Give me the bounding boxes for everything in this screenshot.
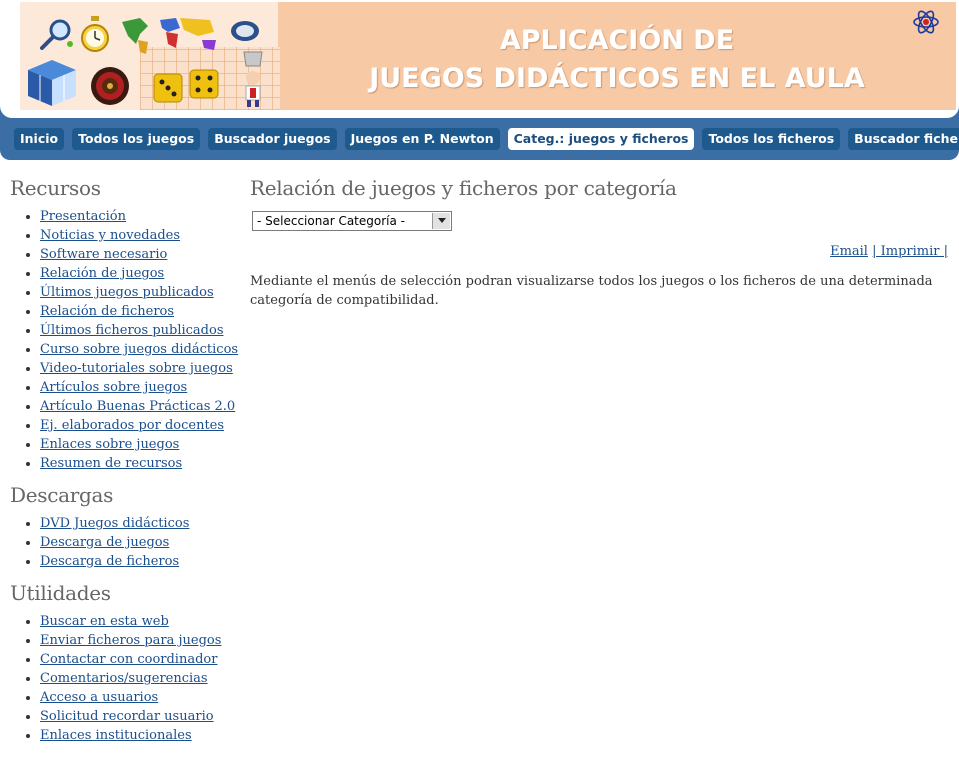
roulette-icon xyxy=(91,67,129,105)
link-enlaces-juegos[interactable]: Enlaces sobre juegos xyxy=(40,437,179,452)
list-item: Acceso a usuarios xyxy=(40,688,240,707)
list-item: Relación de juegos xyxy=(40,264,240,283)
nav-item-todos-los-ficheros[interactable]: Todos los ficheros xyxy=(702,128,841,150)
list-item: Ej. elaborados por docentes xyxy=(40,416,240,435)
list-item: Video-tutoriales sobre juegos xyxy=(40,359,240,378)
page-description: Mediante el menús de selección podran vi… xyxy=(250,274,933,308)
link-presentacion[interactable]: Presentación xyxy=(40,209,126,224)
email-link[interactable]: Email xyxy=(830,244,868,259)
magnifier-icon xyxy=(40,19,73,50)
link-buenas-practicas[interactable]: Artículo Buenas Prácticas 2.0 xyxy=(40,399,235,414)
list-item: Descarga de ficheros xyxy=(40,552,240,571)
category-select[interactable]: - Seleccionar Categoría - xyxy=(252,211,452,231)
list-item: Enlaces institucionales xyxy=(40,726,240,745)
nav-item-todos-los-juegos[interactable]: Todos los juegos xyxy=(72,128,201,150)
link-buscar[interactable]: Buscar en esta web xyxy=(40,614,169,629)
list-item: Solicitud recordar usuario xyxy=(40,707,240,726)
nav-item-categorias[interactable]: Categ.: juegos y ficheros xyxy=(507,128,695,150)
link-descarga-ficheros[interactable]: Descarga de ficheros xyxy=(40,554,179,569)
list-item: Presentación xyxy=(40,207,240,226)
recursos-heading: Recursos xyxy=(10,176,101,200)
link-contactar[interactable]: Contactar con coordinador xyxy=(40,652,217,667)
world-map-icon xyxy=(122,18,216,54)
main-content: Relación de juegos y ficheros por catego… xyxy=(250,176,950,308)
list-item: Comentarios/sugerencias xyxy=(40,669,240,688)
list-item: Curso sobre juegos didácticos xyxy=(40,340,240,359)
list-item: Relación de ficheros xyxy=(40,302,240,321)
list-item: Software necesario xyxy=(40,245,240,264)
atom-logo-icon[interactable] xyxy=(912,8,940,36)
recursos-list: Presentación Noticias y novedades Softwa… xyxy=(40,207,240,473)
chevron-down-icon[interactable] xyxy=(432,213,450,229)
link-acceso-usuarios[interactable]: Acceso a usuarios xyxy=(40,690,158,705)
link-relacion-ficheros[interactable]: Relación de ficheros xyxy=(40,304,174,319)
print-link[interactable]: | Imprimir | xyxy=(872,244,948,259)
link-dvd[interactable]: DVD Juegos didácticos xyxy=(40,516,189,531)
link-software[interactable]: Software necesario xyxy=(40,247,167,262)
link-resumen-recursos[interactable]: Resumen de recursos xyxy=(40,456,182,471)
page-title: Relación de juegos y ficheros por catego… xyxy=(250,176,677,200)
cube-puzzle-icon xyxy=(28,60,76,106)
list-item: Artículo Buenas Prácticas 2.0 xyxy=(40,397,240,416)
link-noticias[interactable]: Noticias y novedades xyxy=(40,228,180,243)
list-item: Enviar ficheros para juegos xyxy=(40,631,240,650)
link-ultimos-ficheros[interactable]: Últimos ficheros publicados xyxy=(40,323,224,338)
link-relacion-juegos[interactable]: Relación de juegos xyxy=(40,266,164,281)
link-articulos[interactable]: Artículos sobre juegos xyxy=(40,380,187,395)
link-comentarios[interactable]: Comentarios/sugerencias xyxy=(40,671,208,686)
list-item: Contactar con coordinador xyxy=(40,650,240,669)
link-ejemplos-docentes[interactable]: Ej. elaborados por docentes xyxy=(40,418,224,433)
link-recordar-usuario[interactable]: Solicitud recordar usuario xyxy=(40,709,214,724)
list-item: Noticias y novedades xyxy=(40,226,240,245)
list-item: Últimos ficheros publicados xyxy=(40,321,240,340)
descargas-list: DVD Juegos didácticos Descarga de juegos… xyxy=(40,514,240,571)
physics-logo-icon xyxy=(231,21,259,41)
banner-title-line-1: APLICACIÓN DE xyxy=(499,25,735,56)
list-item: Enlaces sobre juegos xyxy=(40,435,240,454)
list-item: Buscar en esta web xyxy=(40,612,240,631)
banner-title-line-2: JUEGOS DIDÁCTICOS EN EL AULA xyxy=(369,63,865,94)
main-nav: Inicio Todos los juegos Buscador juegos … xyxy=(14,128,959,150)
sidebar: Recursos Presentación Noticias y novedad… xyxy=(10,176,240,755)
nav-item-juegos-newton[interactable]: Juegos en P. Newton xyxy=(344,128,500,150)
dice-icon xyxy=(153,69,219,103)
link-enviar-ficheros[interactable]: Enviar ficheros para juegos xyxy=(40,633,221,648)
nav-item-buscador-ficheros[interactable]: Buscador ficheros xyxy=(848,128,959,150)
list-item: Resumen de recursos xyxy=(40,454,240,473)
list-item: Artículos sobre juegos xyxy=(40,378,240,397)
category-select-value: - Seleccionar Categoría - xyxy=(257,214,405,228)
page-actions: Email | Imprimir | xyxy=(830,244,948,259)
list-item: DVD Juegos didácticos xyxy=(40,514,240,533)
utilidades-list: Buscar en esta web Enviar ficheros para … xyxy=(40,612,240,745)
trophy-figure-icon xyxy=(243,51,263,107)
list-item: Últimos juegos publicados xyxy=(40,283,240,302)
list-item: Descarga de juegos xyxy=(40,533,240,552)
link-video-tutoriales[interactable]: Video-tutoriales sobre juegos xyxy=(40,361,233,376)
descargas-heading: Descargas xyxy=(10,483,114,507)
link-enlaces-institucionales[interactable]: Enlaces institucionales xyxy=(40,728,192,743)
banner-title: APLICACIÓN DE JUEGOS DIDÁCTICOS EN EL AU… xyxy=(278,22,956,98)
utilidades-heading: Utilidades xyxy=(10,581,111,605)
link-curso[interactable]: Curso sobre juegos didácticos xyxy=(40,342,238,357)
stopwatch-icon xyxy=(81,16,109,52)
site-banner: APLICACIÓN DE JUEGOS DIDÁCTICOS EN EL AU… xyxy=(20,2,956,110)
link-ultimos-juegos[interactable]: Últimos juegos publicados xyxy=(40,285,214,300)
link-descarga-juegos[interactable]: Descarga de juegos xyxy=(40,535,169,550)
banner-illustration xyxy=(20,2,280,110)
banner-frame: APLICACIÓN DE JUEGOS DIDÁCTICOS EN EL AU… xyxy=(0,0,959,118)
nav-item-inicio[interactable]: Inicio xyxy=(14,128,65,150)
nav-item-buscador-juegos[interactable]: Buscador juegos xyxy=(208,128,337,150)
